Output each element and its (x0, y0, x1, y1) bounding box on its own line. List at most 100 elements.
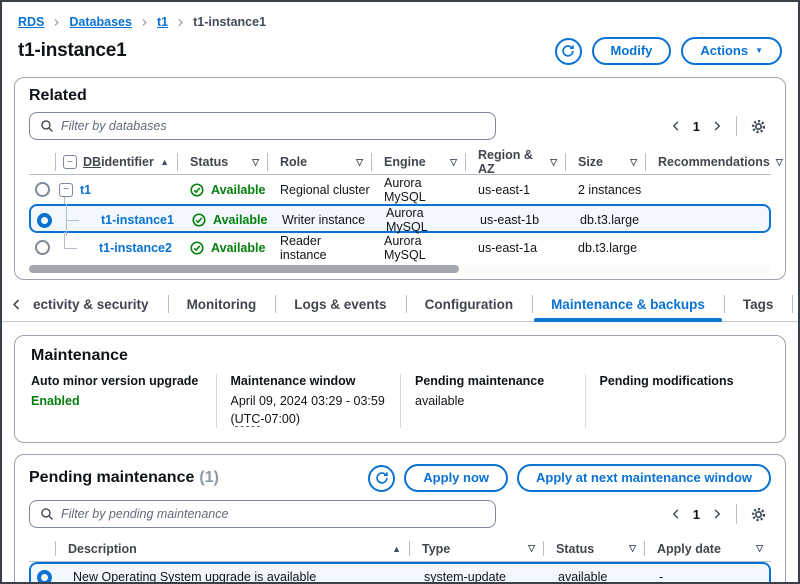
pending-refresh-button[interactable] (368, 465, 395, 492)
actions-button[interactable]: Actions ▼ (681, 37, 782, 65)
db-link[interactable]: t1-instance1 (101, 213, 174, 227)
chevron-left-icon (670, 120, 682, 132)
column-header-status[interactable]: Status ▽ (543, 536, 644, 561)
pending-filter-input[interactable] (61, 507, 485, 521)
table-row-reader[interactable]: t1-instance2 Available Reader instance A… (29, 233, 771, 262)
column-header-role[interactable]: Role ▽ (267, 148, 371, 176)
breadcrumb-link-rds[interactable]: RDS (18, 15, 44, 29)
sort-icon: ▽ (356, 157, 363, 168)
chevron-left-icon (670, 508, 682, 520)
tab-logs-events[interactable]: Logs & events (275, 287, 405, 321)
column-header-type[interactable]: Type ▽ (409, 536, 543, 561)
sort-icon: ▽ (630, 157, 637, 168)
row-radio-selected[interactable] (37, 570, 52, 584)
row-radio[interactable] (35, 182, 50, 197)
sort-icon: ▽ (528, 543, 535, 554)
breadcrumb: RDS Databases t1 t1-instance1 (2, 2, 798, 29)
maintenance-panel: Maintenance Auto minor version upgrade E… (14, 335, 786, 443)
db-link[interactable]: t1 (80, 183, 91, 197)
column-header-recommendations[interactable]: Recommendations ▽ (645, 148, 791, 176)
page-next-button[interactable] (709, 506, 725, 522)
status-available-icon (190, 183, 204, 197)
app-window: RDS Databases t1 t1-instance1 t1-instanc… (0, 0, 800, 584)
page-title: t1-instance1 (18, 40, 126, 62)
table-preferences-button[interactable] (748, 504, 769, 525)
sort-icon: ▽ (550, 157, 557, 168)
collapse-row-button[interactable]: − (59, 183, 73, 197)
refresh-icon (375, 471, 389, 485)
pending-table-header: Description ▲ Type ▽ Status ▽ Apply date… (29, 536, 771, 562)
horizontal-scrollbar (29, 265, 771, 273)
related-filter-input[interactable] (61, 119, 485, 133)
sort-asc-icon: ▲ (392, 544, 401, 554)
refresh-icon (561, 44, 575, 58)
column-header-status[interactable]: Status ▽ (177, 148, 267, 176)
field-auto-minor-version: Auto minor version upgrade Enabled (31, 374, 216, 428)
related-table-header: − DBidentifier ▲ Status ▽ Role ▽ Engine … (29, 148, 771, 175)
breadcrumb-current: t1-instance1 (193, 15, 266, 29)
row-radio-selected[interactable] (37, 213, 52, 228)
chevron-right-icon (711, 508, 723, 520)
caret-down-icon: ▼ (755, 47, 763, 55)
chevron-right-icon (711, 120, 723, 132)
breadcrumb-separator-icon (176, 18, 185, 27)
column-header-region[interactable]: Region & AZ ▽ (465, 148, 565, 176)
gear-icon (750, 118, 767, 135)
divider (736, 504, 737, 524)
actions-button-label: Actions (700, 43, 748, 59)
pending-pagination: 1 (668, 504, 771, 525)
tab-maintenance-backups[interactable]: Maintenance & backups (532, 287, 724, 321)
collapse-all-button[interactable]: − (63, 155, 77, 169)
tree-line (64, 248, 77, 249)
search-icon (40, 119, 54, 133)
divider (736, 116, 737, 136)
sort-icon: ▽ (252, 157, 259, 168)
pending-count: (1) (199, 469, 219, 487)
column-header-dbidentifier[interactable]: − DBidentifier ▲ (55, 148, 177, 176)
table-row-writer-selected[interactable]: t1-instance1 Available Writer instance A… (29, 204, 771, 233)
search-icon (40, 507, 54, 521)
column-header-description[interactable]: Description ▲ (55, 536, 409, 561)
apply-now-button[interactable]: Apply now (404, 464, 508, 492)
pending-maintenance-panel: Pending maintenance (1) Apply now Apply … (14, 454, 786, 584)
selection-column-header (29, 148, 55, 176)
apply-next-window-button[interactable]: Apply at next maintenance window (517, 464, 771, 492)
page-prev-button[interactable] (668, 506, 684, 522)
sort-icon: ▽ (776, 157, 783, 168)
tab-tags[interactable]: Tags (724, 287, 793, 321)
pending-filter (29, 500, 496, 528)
column-header-apply-date[interactable]: Apply date ▽ (644, 536, 771, 561)
tree-line (64, 232, 65, 248)
utc-tooltip-term[interactable]: UTC (235, 412, 261, 427)
sort-icon: ▽ (756, 543, 763, 554)
tabs-scroll-left-button[interactable] (2, 287, 31, 321)
tab-monitoring[interactable]: Monitoring (168, 287, 276, 321)
pending-row-selected[interactable]: New Operating System upgrade is availabl… (29, 562, 771, 584)
field-pending-maintenance: Pending maintenance available (400, 374, 585, 428)
table-preferences-button[interactable] (748, 116, 769, 137)
refresh-button[interactable] (555, 38, 582, 65)
row-radio[interactable] (35, 240, 50, 255)
tab-connectivity-security[interactable]: ectivity & security (31, 287, 168, 321)
breadcrumb-separator-icon (52, 18, 61, 27)
tab-configuration[interactable]: Configuration (406, 287, 532, 321)
page-next-button[interactable] (709, 118, 725, 134)
table-row-cluster[interactable]: − t1 Available Regional cluster Aurora M… (29, 175, 771, 204)
modify-button[interactable]: Modify (592, 37, 672, 65)
tab-recommendations[interactable]: Recommendat (792, 287, 800, 321)
page-number[interactable]: 1 (693, 507, 700, 522)
field-pending-modifications: Pending modifications (585, 374, 770, 428)
breadcrumb-link-cluster[interactable]: t1 (157, 15, 168, 29)
status-available-icon (190, 241, 204, 255)
horizontal-scrollbar-thumb[interactable] (29, 265, 459, 273)
status-available-icon (192, 213, 206, 227)
detail-tabs: ectivity & security Monitoring Logs & ev… (2, 287, 798, 322)
breadcrumb-link-databases[interactable]: Databases (69, 15, 132, 29)
page-prev-button[interactable] (668, 118, 684, 134)
page-number[interactable]: 1 (693, 119, 700, 134)
column-header-engine[interactable]: Engine ▽ (371, 148, 465, 176)
selection-column-header (29, 536, 55, 561)
db-link[interactable]: t1-instance2 (99, 241, 172, 255)
maintenance-title: Maintenance (31, 347, 769, 365)
column-header-size[interactable]: Size ▽ (565, 148, 645, 176)
